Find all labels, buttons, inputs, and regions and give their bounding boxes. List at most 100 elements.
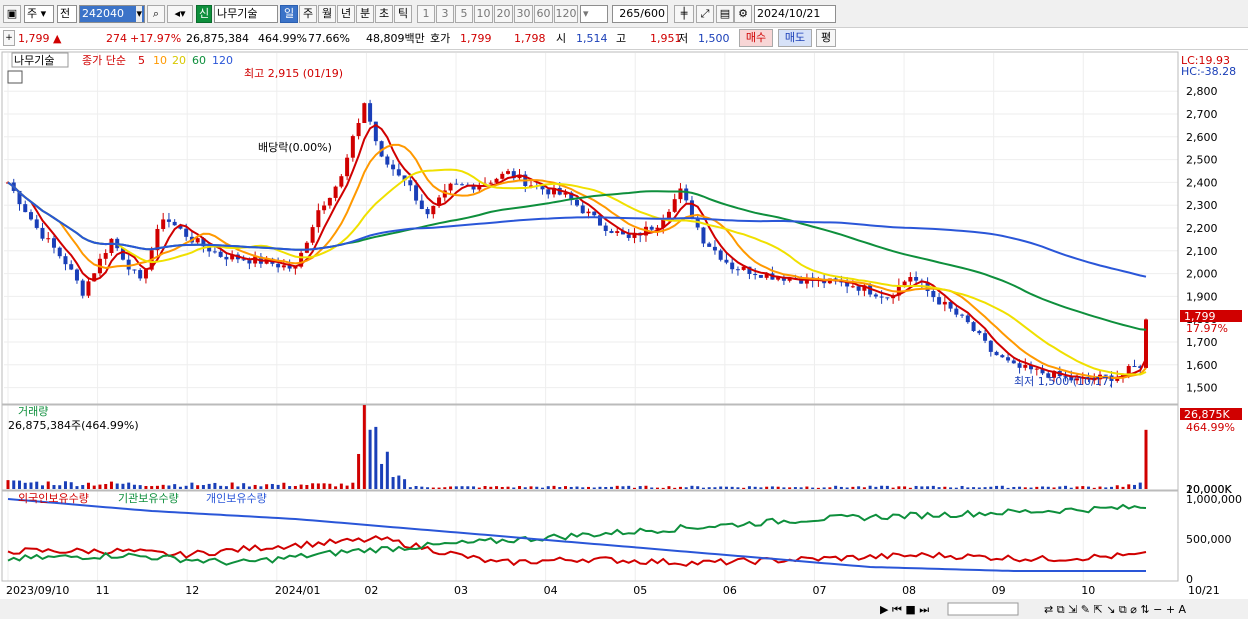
candle-settings-icon[interactable]: ╪	[674, 5, 694, 23]
scroll-right-icon[interactable]: ▶ ⏮ ■ ⏭	[880, 603, 929, 616]
minute-20-button[interactable]: 20	[494, 5, 513, 23]
volume-bar	[109, 481, 113, 489]
volume-bar	[12, 480, 16, 489]
zoom-slider[interactable]	[947, 602, 1019, 616]
candle-body	[431, 205, 436, 215]
ask-price: 1,799	[460, 32, 492, 45]
gear-icon[interactable]: ⚙	[734, 5, 752, 23]
date-tick-label: 08	[902, 584, 916, 597]
volume-bar	[678, 486, 682, 489]
minute-30-button[interactable]: 30	[514, 5, 533, 23]
date-tick-label: 07	[812, 584, 826, 597]
volume-bar	[63, 481, 67, 489]
minute-10-button[interactable]: 10	[474, 5, 493, 23]
period-minute-button[interactable]: 분	[356, 5, 374, 23]
buy-button[interactable]: 매수	[739, 29, 773, 47]
volume-bar	[914, 485, 918, 489]
minute-60-button[interactable]: 60	[534, 5, 553, 23]
data-count-field[interactable]: 265/600	[612, 5, 668, 23]
holder-tick-label: 500,000	[1186, 533, 1232, 546]
chart-area[interactable]: 2,800 2,700 2,600 2,500 2,400 2,300 2,200 2,100…	[0, 51, 1248, 621]
candle-body	[885, 297, 890, 299]
volume-bar	[581, 487, 585, 489]
candle-body	[902, 281, 907, 286]
bid-label: 호가	[430, 32, 451, 45]
high-annotation: 최고 2,915 (01/19)	[244, 67, 343, 80]
date-tick-label: 02	[364, 584, 378, 597]
price-tick-label: 1,900	[1186, 290, 1218, 303]
minute-1-button[interactable]: 1	[417, 5, 435, 23]
volume-bar	[684, 487, 688, 489]
volume-bar	[431, 487, 435, 489]
dividend-annotation: 배당락(0.00%)	[258, 141, 332, 154]
code-input[interactable]: 242040 ▾	[79, 5, 145, 23]
volume-bar	[960, 485, 964, 489]
volume-bar	[719, 486, 723, 489]
volume-bar	[1012, 486, 1016, 489]
average-button[interactable]: 평	[816, 29, 836, 47]
period-tick-button[interactable]: 틱	[394, 5, 412, 23]
candle-body	[684, 188, 689, 201]
volume-bar	[661, 487, 665, 489]
volume-bar	[632, 487, 636, 489]
candle-body	[391, 164, 396, 170]
holder-tick-label: 1,000,000	[1186, 493, 1242, 506]
candle-body	[506, 171, 511, 174]
volume-bar	[822, 487, 826, 489]
candle-body	[649, 226, 654, 230]
candle-body	[609, 230, 614, 233]
volume-bar	[184, 485, 188, 489]
high-label: 고	[616, 32, 627, 45]
volume-bar	[569, 486, 573, 489]
volume-bar	[1092, 487, 1096, 489]
calc-icon[interactable]	[7, 70, 23, 84]
moving-averages	[7, 123, 1147, 381]
minute-3-button[interactable]: 3	[436, 5, 454, 23]
minute-120-button[interactable]: 120	[554, 5, 578, 23]
volume-bar	[776, 486, 780, 489]
candle-body	[460, 184, 465, 186]
period-year-button[interactable]: 년	[337, 5, 355, 23]
volume-bar	[857, 486, 861, 489]
volume-bar	[52, 485, 56, 489]
date-field[interactable]: 2024/10/21	[754, 5, 836, 23]
price-tick-label: 2,400	[1186, 176, 1218, 189]
candle-body	[983, 333, 988, 341]
candle-body	[356, 123, 361, 137]
candle-body	[143, 269, 148, 279]
speaker-icon[interactable]: ◂▾	[167, 5, 193, 23]
ma-10-line	[7, 143, 1147, 380]
period-second-button[interactable]: 초	[375, 5, 393, 23]
stock-name-field[interactable]: 나무기술	[214, 5, 278, 23]
draw-tool-icon[interactable]: ⤢	[696, 5, 714, 23]
candles	[6, 99, 1148, 388]
period-week-button[interactable]: 주	[299, 5, 317, 23]
volume-bar	[1110, 486, 1114, 489]
custom-period-select[interactable]: ▾	[580, 5, 608, 23]
change-pct: +17.97%	[130, 32, 182, 45]
volume-bar	[529, 486, 533, 489]
volume-bar	[460, 486, 464, 489]
market-select[interactable]: 주 ▾	[24, 5, 54, 23]
candle-body	[931, 291, 936, 298]
expand-icon[interactable]: +	[3, 30, 15, 46]
period-day-button[interactable]: 일	[280, 5, 298, 23]
type-select[interactable]: 전	[57, 5, 77, 23]
period-month-button[interactable]: 월	[318, 5, 336, 23]
volume-bar	[736, 487, 740, 489]
save-icon[interactable]: ▤	[716, 5, 734, 23]
sell-button[interactable]: 매도	[778, 29, 812, 47]
volume-bar	[885, 485, 889, 489]
search-icon[interactable]: ⌕	[147, 5, 165, 23]
candle-body	[414, 185, 419, 201]
toolbar-icons[interactable]: ⇄ ⧉ ⇲ ✎ ⇱ ↘ ⧉ ⌀ ⇅ − + A	[1044, 603, 1187, 616]
volume-bar	[523, 487, 527, 489]
volume-bar	[862, 487, 866, 489]
candle-body	[960, 314, 965, 316]
layout-icon[interactable]: ▣	[3, 5, 21, 23]
volume-bar	[805, 486, 809, 489]
minute-5-button[interactable]: 5	[455, 5, 473, 23]
date-tick-label: 06	[723, 584, 737, 597]
candle-body	[954, 308, 959, 315]
volume-bar	[334, 486, 338, 489]
